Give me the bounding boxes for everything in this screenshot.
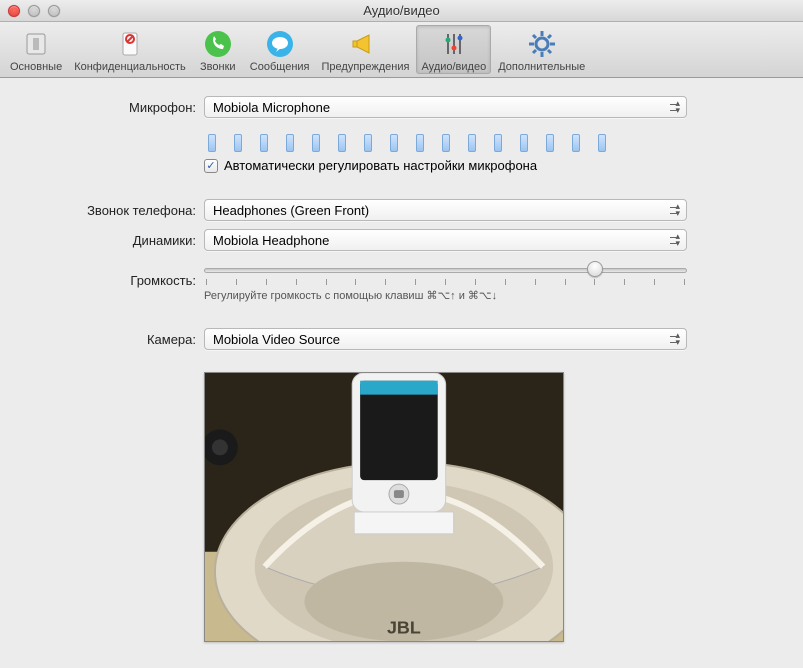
select-arrows-icon: ▴▾ — [675, 332, 680, 346]
window-controls — [0, 5, 60, 17]
speakers-selected-value: Mobiola Headphone — [213, 233, 329, 248]
general-icon — [20, 28, 52, 60]
microphone-level-meter — [204, 126, 687, 158]
microphone-select[interactable]: Mobiola Microphone ▴▾ — [204, 96, 687, 118]
volume-label: Громкость: — [16, 273, 204, 288]
level-segment — [286, 134, 294, 152]
content-pane: Микрофон: Mobiola Microphone ▴▾ ✓ Автома… — [0, 78, 803, 668]
select-arrows-icon: ▴▾ — [675, 233, 680, 247]
level-segment — [598, 134, 606, 152]
gear-icon — [526, 28, 558, 60]
level-segment — [468, 134, 476, 152]
level-segment — [572, 134, 580, 152]
tab-label: Дополнительные — [498, 61, 585, 73]
volume-slider-thumb[interactable] — [587, 261, 603, 277]
tab-audio-video[interactable]: Аудио/видео — [416, 25, 491, 74]
zoom-window-button[interactable] — [48, 5, 60, 17]
megaphone-icon — [349, 28, 381, 60]
tab-messages[interactable]: Сообщения — [245, 25, 315, 74]
messages-icon — [264, 28, 296, 60]
tab-general[interactable]: Основные — [5, 25, 67, 74]
tab-privacy[interactable]: Конфиденциальность — [69, 25, 191, 74]
tab-advanced[interactable]: Дополнительные — [493, 25, 590, 74]
window-title: Аудио/видео — [0, 3, 803, 18]
phone-icon — [202, 28, 234, 60]
camera-preview: JBL — [204, 372, 564, 642]
level-segment — [546, 134, 554, 152]
level-segment — [338, 134, 346, 152]
level-segment — [494, 134, 502, 152]
level-segment — [312, 134, 320, 152]
level-segment — [208, 134, 216, 152]
select-arrows-icon: ▴▾ — [675, 203, 680, 217]
tab-alerts[interactable]: Предупреждения — [317, 25, 415, 74]
camera-select[interactable]: Mobiola Video Source ▴▾ — [204, 328, 687, 350]
speakers-label: Динамики: — [16, 233, 204, 248]
minimize-window-button[interactable] — [28, 5, 40, 17]
level-segment — [364, 134, 372, 152]
svg-text:JBL: JBL — [387, 617, 421, 637]
microphone-label: Микрофон: — [16, 100, 204, 115]
camera-selected-value: Mobiola Video Source — [213, 332, 340, 347]
tab-label: Конфиденциальность — [74, 61, 186, 73]
titlebar: Аудио/видео — [0, 0, 803, 22]
tab-label: Основные — [10, 61, 62, 73]
equalizer-icon — [438, 28, 470, 60]
tab-label: Звонки — [200, 61, 236, 73]
auto-adjust-label: Автоматически регулировать настройки мик… — [224, 158, 537, 173]
level-segment — [442, 134, 450, 152]
phone-ring-selected-value: Headphones (Green Front) — [213, 203, 369, 218]
speakers-select[interactable]: Mobiola Headphone ▴▾ — [204, 229, 687, 251]
level-segment — [520, 134, 528, 152]
level-segment — [234, 134, 242, 152]
tab-calls[interactable]: Звонки — [193, 25, 243, 74]
volume-slider[interactable] — [204, 259, 687, 281]
privacy-icon — [114, 28, 146, 60]
tab-label: Предупреждения — [322, 61, 410, 73]
tab-label: Аудио/видео — [421, 61, 486, 73]
preferences-toolbar: Основные Конфиденциальность Звонки Сообщ… — [0, 22, 803, 78]
level-segment — [260, 134, 268, 152]
select-arrows-icon: ▴▾ — [675, 100, 680, 114]
camera-label: Камера: — [16, 332, 204, 347]
level-segment — [390, 134, 398, 152]
volume-hint: Регулируйте громкость с помощью клавиш ⌘… — [204, 289, 687, 302]
tab-label: Сообщения — [250, 61, 310, 73]
close-window-button[interactable] — [8, 5, 20, 17]
auto-adjust-checkbox[interactable]: ✓ — [204, 159, 218, 173]
phone-ring-select[interactable]: Headphones (Green Front) ▴▾ — [204, 199, 687, 221]
microphone-selected-value: Mobiola Microphone — [213, 100, 330, 115]
phone-ring-label: Звонок телефона: — [16, 203, 204, 218]
level-segment — [416, 134, 424, 152]
